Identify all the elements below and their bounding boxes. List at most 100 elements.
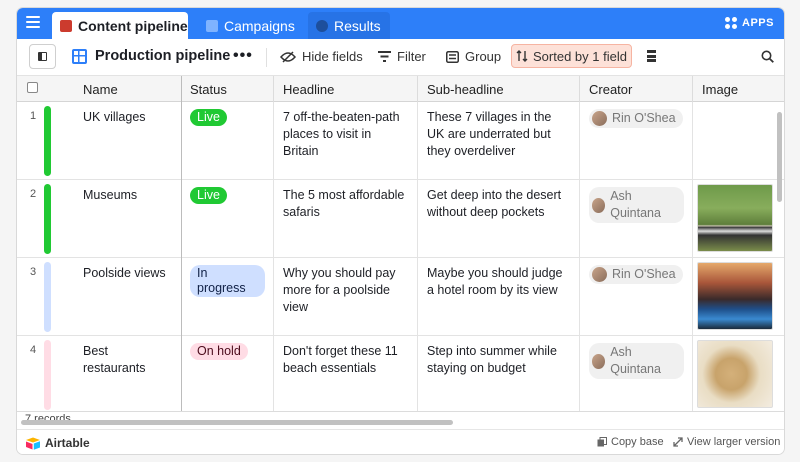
image-cell[interactable] (693, 336, 784, 411)
row-color-bar (44, 106, 51, 176)
creator-cell[interactable]: Rin O'Shea (580, 258, 693, 336)
avatar (592, 353, 606, 369)
sort-button[interactable]: Sorted by 1 field (511, 44, 632, 68)
image-cell[interactable] (693, 258, 784, 336)
brand-name: Airtable (45, 436, 90, 450)
avatar (592, 111, 607, 126)
horizontal-scrollbar[interactable] (21, 420, 453, 425)
embed-footer: Airtable Copy base View larger version (17, 429, 784, 454)
avatar (592, 197, 606, 213)
grid-view-icon (72, 48, 87, 64)
group-button[interactable]: Group (446, 49, 501, 64)
group-icon (446, 50, 459, 63)
collaborator-name: Ash Quintana (610, 189, 661, 220)
status-cell[interactable]: Live (181, 102, 274, 180)
status-cell[interactable]: In progress (181, 258, 274, 336)
tab-label: Campaigns (224, 17, 295, 34)
view-more-button[interactable]: ••• (233, 47, 253, 65)
column-header-sub-headline[interactable]: Sub-headline (418, 76, 580, 102)
airtable-logo[interactable]: Airtable (25, 436, 90, 450)
view-toolbar: Production pipeline ••• Hide fields Filt… (17, 39, 784, 76)
tab-bar: Content pipeline Campaigns Results APPS (17, 8, 784, 39)
records-grid: Name Status Headline Sub-headline Creato… (17, 76, 784, 411)
filter-label: Filter (397, 49, 426, 64)
sub-headline-cell[interactable]: Maybe you should judge a hotel room by i… (418, 258, 580, 336)
grid-header: Name Status Headline Sub-headline Creato… (17, 76, 784, 102)
table-row[interactable]: 1 UK villages Live 7 off-the-beaten-path… (17, 102, 784, 180)
status-cell[interactable]: On hold (181, 336, 274, 411)
creator-cell[interactable]: Rin O'Shea (580, 102, 693, 180)
frozen-column-divider (181, 76, 182, 411)
filter-button[interactable]: Filter (378, 49, 426, 64)
table-row[interactable]: 2 Museums Live The 5 most affordable saf… (17, 180, 784, 258)
sub-headline-cell[interactable]: Get deep into the desert without deep po… (418, 180, 580, 258)
view-larger-link[interactable]: View larger version (673, 436, 780, 448)
sidebar-toggle-button[interactable] (29, 44, 56, 69)
sub-headline-cell[interactable]: Step into summer while staying on budget (418, 336, 580, 411)
column-header-headline[interactable]: Headline (274, 76, 418, 102)
row-number: 4 (29, 344, 37, 356)
select-all-checkbox[interactable] (27, 82, 38, 93)
column-header-image[interactable]: Image (693, 76, 784, 102)
tab-campaigns[interactable]: Campaigns (198, 12, 304, 39)
row-color-bar (44, 262, 51, 332)
hide-fields-label: Hide fields (302, 49, 363, 64)
row-height-icon[interactable] (647, 50, 659, 62)
headline-cell[interactable]: Why you should pay more for a poolside v… (274, 258, 418, 336)
chart-icon (206, 19, 218, 32)
row-number: 1 (29, 110, 37, 122)
row-color-bar (44, 340, 51, 410)
divider (266, 48, 267, 67)
search-icon[interactable] (761, 50, 774, 63)
eye-slash-icon (280, 50, 296, 63)
headline-cell[interactable]: 7 off-the-beaten-path places to visit in… (274, 102, 418, 180)
creator-cell[interactable]: Ash Quintana (580, 336, 693, 411)
tab-results[interactable]: Results (308, 12, 390, 39)
apps-label: APPS (742, 17, 774, 29)
headline-cell[interactable]: The 5 most affordable safaris (274, 180, 418, 258)
copy-base-label: Copy base (611, 436, 664, 448)
sub-headline-cell[interactable]: These 7 villages in the UK are underrate… (418, 102, 580, 180)
headline-cell[interactable]: Don't forget these 11 beach essentials (274, 336, 418, 411)
row-number: 2 (29, 188, 37, 200)
status-badge: In progress (190, 265, 265, 297)
name-cell[interactable]: Poolside views (74, 258, 181, 336)
collaborator-chip: Ash Quintana (589, 187, 684, 223)
creator-cell[interactable]: Ash Quintana (580, 180, 693, 258)
image-thumbnail[interactable] (697, 184, 773, 252)
hide-fields-button[interactable]: Hide fields (280, 49, 363, 64)
menu-icon[interactable] (26, 16, 40, 30)
expand-icon (673, 437, 683, 447)
collaborator-chip: Rin O'Shea (589, 265, 683, 284)
copy-base-link[interactable]: Copy base (597, 436, 664, 448)
tab-content-pipeline[interactable]: Content pipeline (52, 12, 188, 39)
column-header-creator[interactable]: Creator (580, 76, 693, 102)
image-cell[interactable] (693, 102, 784, 180)
sort-label: Sorted by 1 field (533, 48, 627, 64)
status-badge: Live (190, 109, 227, 126)
name-cell[interactable]: UK villages (74, 102, 181, 180)
table-row[interactable]: 4 Best restaurants On hold Don't forget … (17, 336, 784, 411)
table-row[interactable]: 3 Poolside views In progress Why you sho… (17, 258, 784, 336)
view-switcher[interactable]: Production pipeline (72, 48, 230, 64)
apps-button[interactable]: APPS (725, 17, 774, 29)
collaborator-name: Rin O'Shea (612, 111, 676, 125)
name-cell[interactable]: Best restaurants (74, 336, 181, 411)
image-thumbnail[interactable] (697, 262, 773, 330)
image-cell[interactable] (693, 180, 784, 258)
people-icon (316, 19, 328, 32)
collaborator-chip: Rin O'Shea (589, 109, 683, 128)
name-cell[interactable]: Museums (74, 180, 181, 258)
image-thumbnail[interactable] (697, 340, 773, 408)
collaborator-chip: Ash Quintana (589, 343, 684, 379)
view-name: Production pipeline (95, 48, 231, 64)
column-header-name[interactable]: Name (74, 76, 181, 102)
status-cell[interactable]: Live (181, 180, 274, 258)
status-badge: On hold (190, 343, 248, 360)
column-header-status[interactable]: Status (181, 76, 274, 102)
group-label: Group (465, 49, 502, 64)
collaborator-name: Rin O'Shea (612, 267, 676, 281)
vertical-scrollbar[interactable] (777, 112, 782, 202)
collaborator-name: Ash Quintana (610, 345, 661, 376)
airtable-icon (26, 437, 40, 450)
